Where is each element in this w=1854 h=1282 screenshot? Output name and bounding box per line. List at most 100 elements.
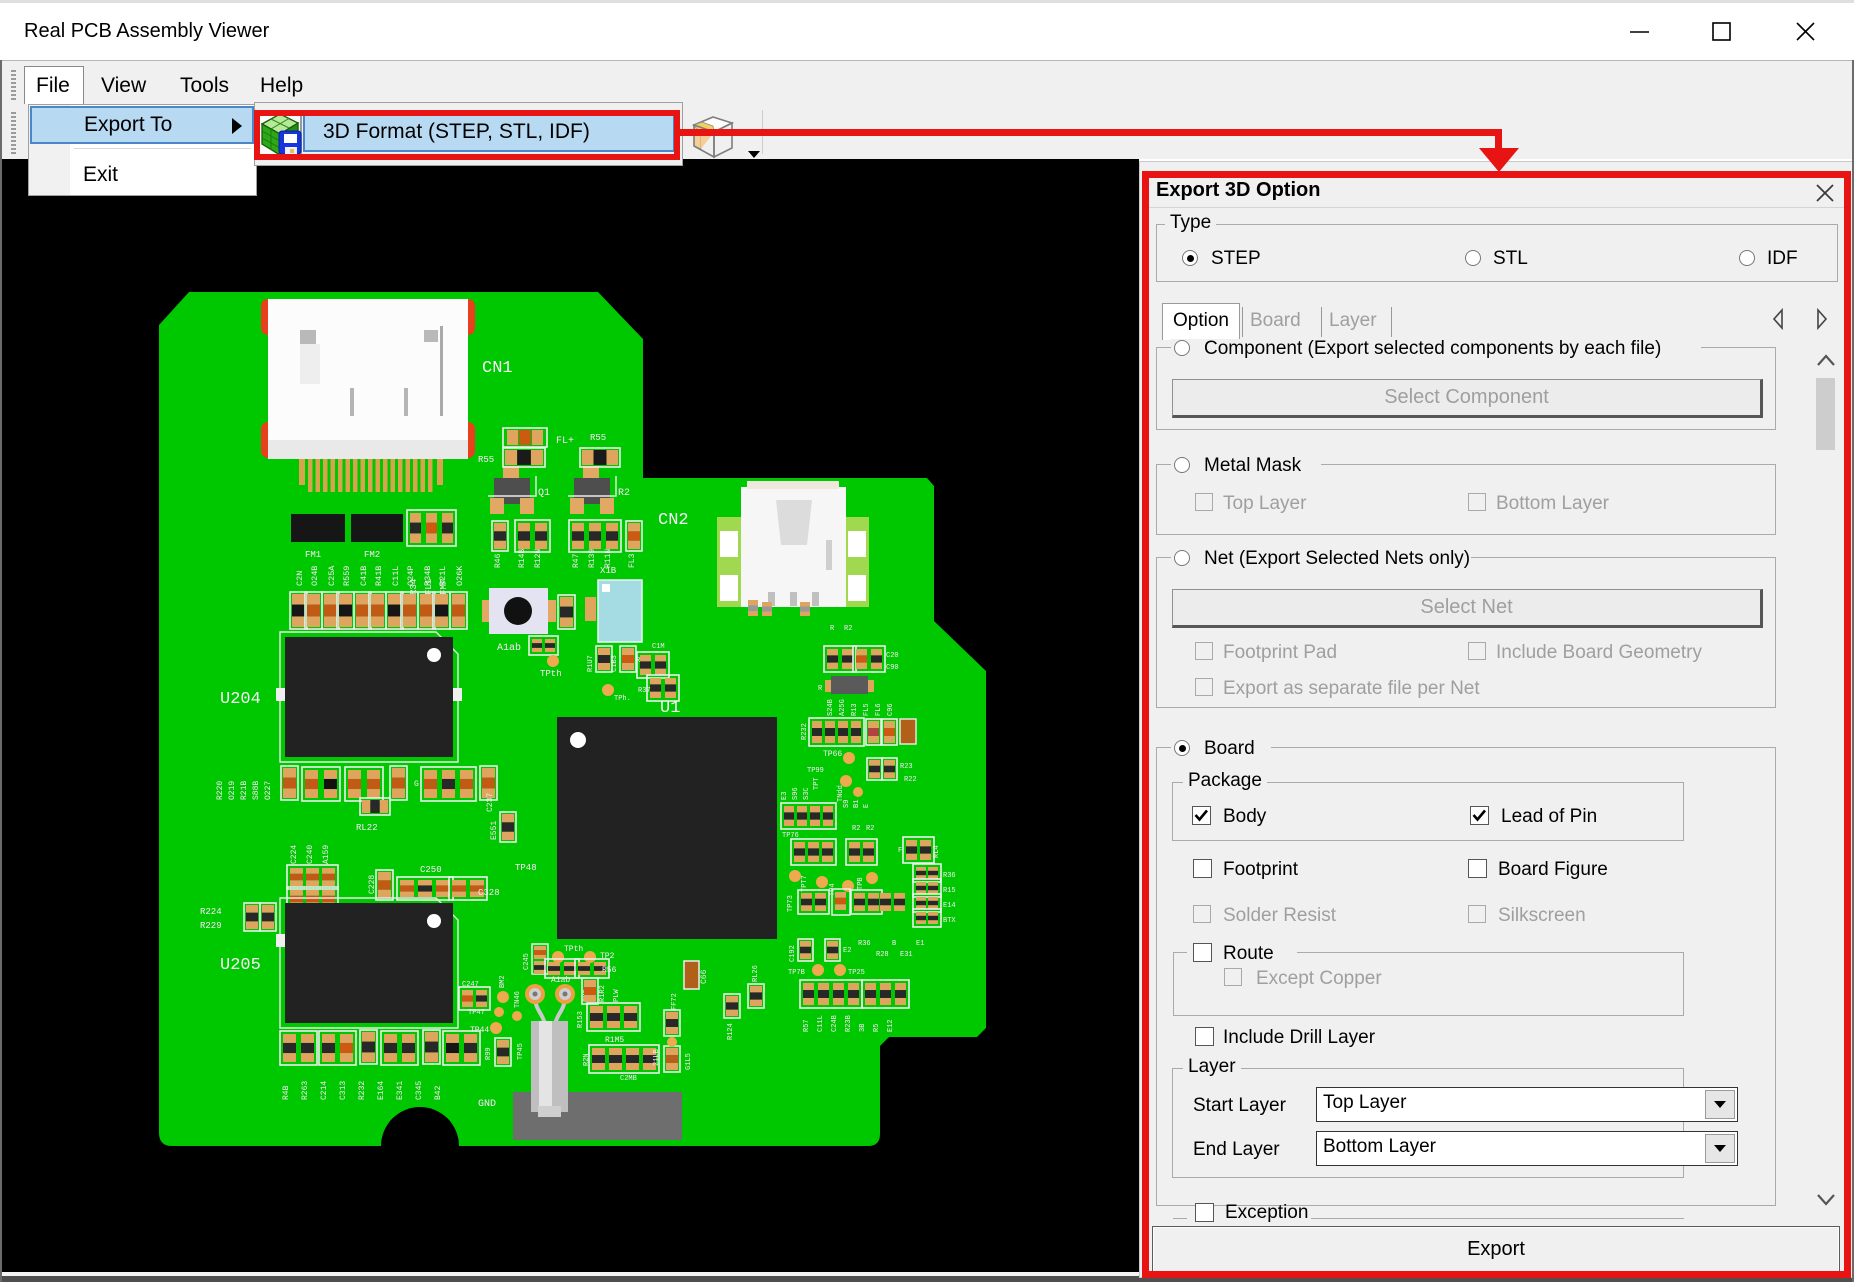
- svg-text:R5: R5: [873, 1024, 881, 1032]
- svg-text:R14B: R14B: [518, 549, 527, 568]
- svg-text:C245: C245: [523, 953, 531, 970]
- svg-text:R2: R2: [844, 625, 852, 633]
- svg-text:R232: R232: [358, 1081, 367, 1100]
- svg-text:R124: R124: [727, 1023, 735, 1040]
- svg-text:R229: R229: [200, 921, 222, 931]
- svg-text:C2MB: C2MB: [620, 1075, 637, 1083]
- svg-text:G: G: [414, 780, 419, 789]
- svg-text:F: F: [898, 847, 902, 855]
- svg-text:C96: C96: [887, 703, 895, 716]
- svg-text:U205: U205: [220, 956, 261, 975]
- svg-text:C328: C328: [478, 888, 500, 898]
- svg-text:C1B3: C1B3: [611, 655, 619, 672]
- svg-text:A25G: A25G: [839, 699, 847, 716]
- svg-text:RL22: RL22: [356, 823, 378, 833]
- svg-text:E551: E551: [490, 821, 499, 840]
- svg-text:A1ab: A1ab: [551, 976, 570, 985]
- svg-text:R263: R263: [301, 1081, 310, 1100]
- svg-text:B: B: [892, 940, 896, 948]
- svg-text:A159: A159: [322, 845, 331, 864]
- svg-text:TPth: TPth: [540, 669, 562, 679]
- svg-text:R21B: R21B: [240, 781, 249, 800]
- svg-text:S3C: S3C: [803, 787, 811, 800]
- svg-text:R220: R220: [216, 781, 225, 800]
- svg-text:R2: R2: [618, 488, 630, 499]
- svg-text:R46: R46: [494, 553, 503, 568]
- svg-text:21LB: 21LB: [653, 1049, 661, 1066]
- svg-text:B1: B1: [853, 800, 861, 808]
- svg-text:C240: C240: [306, 845, 315, 864]
- svg-text:FM2: FM2: [364, 550, 380, 560]
- svg-text:R13: R13: [851, 703, 859, 716]
- svg-text:C11L: C11L: [391, 566, 401, 586]
- svg-text:B42: B42: [434, 1085, 443, 1100]
- svg-text:R55: R55: [478, 455, 494, 465]
- svg-text:R1M5: R1M5: [605, 1036, 624, 1045]
- svg-text:R34B: R34B: [423, 566, 433, 586]
- svg-text:CN2: CN2: [658, 511, 689, 530]
- svg-text:TPth: TPth: [564, 945, 583, 954]
- svg-text:R57: R57: [803, 1019, 811, 1032]
- svg-text:R232: R232: [801, 723, 809, 740]
- svg-text:BTX: BTX: [943, 917, 956, 925]
- svg-text:C90: C90: [886, 664, 899, 672]
- svg-text:RL4: RL4: [933, 845, 941, 858]
- svg-text:S88B: S88B: [252, 781, 261, 800]
- svg-text:TP7B: TP7B: [788, 969, 805, 977]
- svg-text:R47: R47: [572, 553, 581, 568]
- svg-text:R2N: R2N: [583, 1053, 591, 1066]
- svg-text:R23: R23: [900, 763, 913, 771]
- svg-text:E3: E3: [781, 792, 789, 800]
- svg-text:R99: R99: [485, 1047, 493, 1060]
- svg-text:FF72: FF72: [671, 993, 679, 1010]
- svg-text:TNdd: TNdd: [837, 785, 845, 802]
- svg-text:BM2: BM2: [499, 975, 507, 988]
- svg-text:FL6: FL6: [875, 703, 883, 716]
- svg-text:R55: R55: [590, 433, 606, 443]
- svg-text:S24B: S24B: [827, 699, 835, 716]
- svg-text:TP45: TP45: [517, 1043, 525, 1060]
- svg-text:C11L: C11L: [817, 1015, 825, 1032]
- svg-text:C20: C20: [886, 652, 899, 660]
- svg-text:R41B: R41B: [374, 566, 384, 586]
- svg-text:S9: S9: [843, 800, 851, 808]
- svg-text:C2N: C2N: [295, 571, 305, 586]
- svg-text:R4B: R4B: [282, 1085, 291, 1100]
- svg-text:TP99: TP99: [807, 767, 824, 775]
- svg-text:FL+: FL+: [556, 436, 574, 447]
- svg-text:A1ab: A1ab: [497, 642, 521, 654]
- svg-text:C214: C214: [320, 1081, 329, 1100]
- svg-text:R28: R28: [876, 951, 889, 959]
- svg-text:O227: O227: [264, 781, 273, 800]
- svg-text:C313: C313: [339, 1081, 348, 1100]
- svg-text:E1: E1: [916, 940, 924, 948]
- svg-text:R12N: R12N: [534, 549, 543, 568]
- svg-text:C192: C192: [789, 945, 797, 962]
- svg-text:R56: R56: [602, 966, 617, 975]
- svg-text:C1M: C1M: [652, 643, 665, 651]
- svg-text:TN46: TN46: [514, 991, 522, 1008]
- svg-text:G1L5: G1L5: [685, 1053, 693, 1070]
- svg-text:O24B: O24B: [310, 566, 320, 586]
- svg-text:FL5: FL5: [863, 703, 871, 716]
- svg-text:R2: R2: [852, 825, 860, 833]
- svg-text:X1B: X1B: [600, 566, 617, 576]
- svg-text:R15: R15: [943, 887, 956, 895]
- svg-text:R36: R36: [858, 940, 871, 948]
- svg-text:E14: E14: [943, 902, 956, 910]
- svg-text:C250: C250: [420, 865, 442, 875]
- svg-text:TPB: TPB: [857, 877, 865, 890]
- svg-text:C66: C66: [700, 969, 709, 984]
- svg-text:S96: S96: [792, 787, 800, 800]
- svg-text:R37: R37: [638, 687, 651, 695]
- svg-text:E164: E164: [377, 1081, 386, 1100]
- svg-text:CN1: CN1: [482, 359, 513, 378]
- svg-text:3B: 3B: [859, 1024, 867, 1032]
- svg-text:E2: E2: [843, 947, 851, 955]
- svg-text:FM1: FM1: [305, 550, 321, 560]
- svg-text:C228: C228: [368, 875, 377, 894]
- svg-text:E: E: [863, 804, 871, 808]
- svg-text:R36: R36: [943, 872, 956, 880]
- svg-text:RL26: RL26: [752, 965, 760, 982]
- svg-text:O26K: O26K: [455, 565, 465, 586]
